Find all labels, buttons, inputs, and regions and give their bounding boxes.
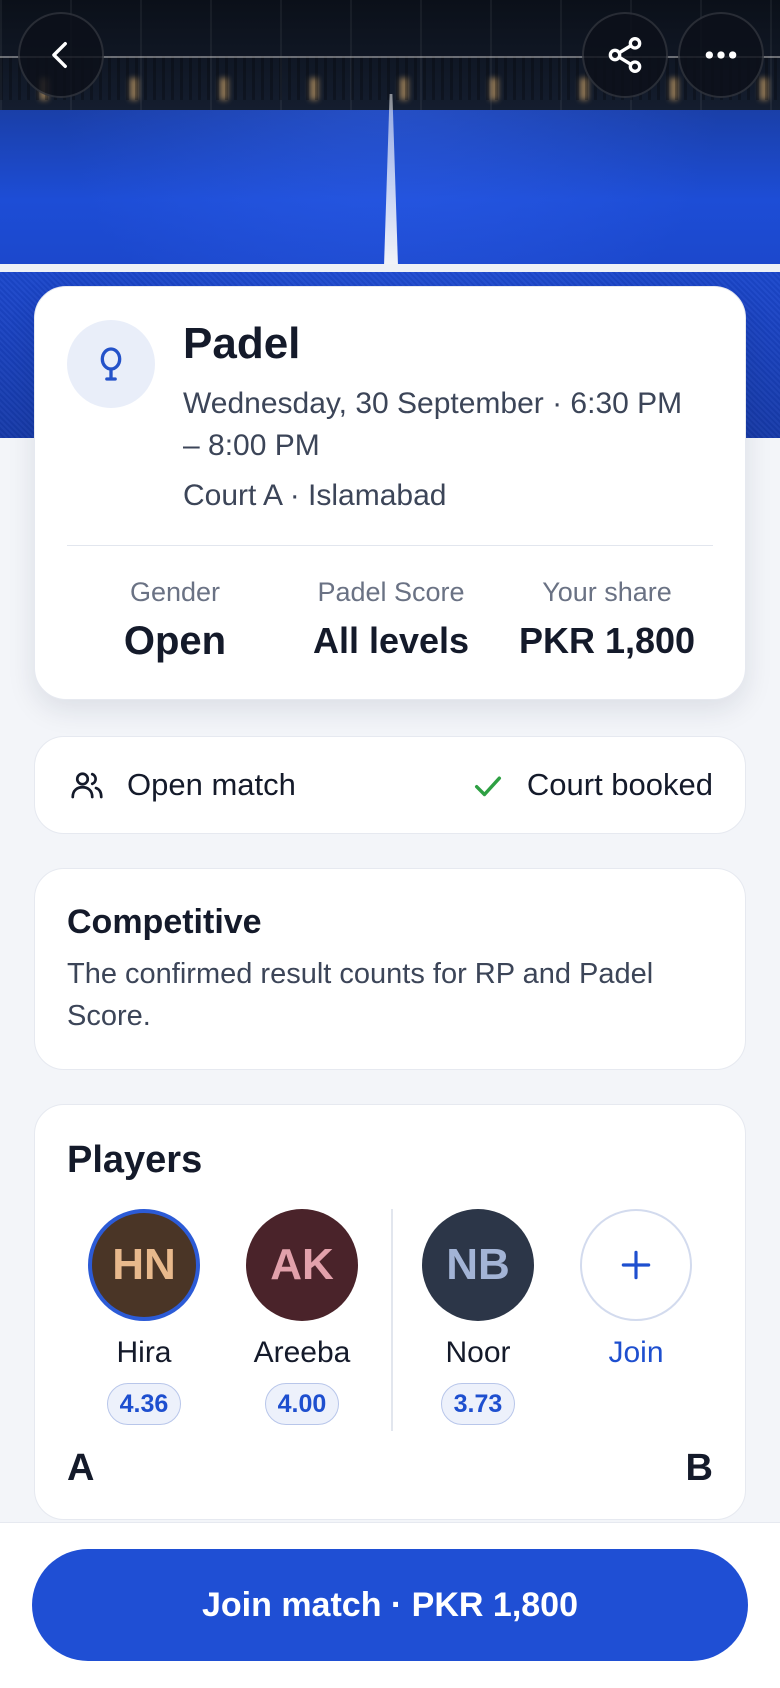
padel-racket-icon <box>67 320 155 408</box>
competitive-title: Competitive <box>67 903 262 941</box>
avatar: NB <box>422 1209 534 1321</box>
more-options-button[interactable] <box>678 12 764 98</box>
join-match-button[interactable]: Join match · PKR 1,800 <box>32 1549 748 1661</box>
share-button[interactable] <box>582 12 668 98</box>
court-booked-label: Court booked <box>526 767 713 802</box>
match-summary-card: Padel Wednesday, 30 September · 6:30 PM … <box>34 286 746 700</box>
players-card: Players HN Hira 4.36 AK Areeba 4.00 NB N… <box>34 1104 746 1520</box>
stat-label: Your share <box>542 577 672 607</box>
stat-padel-score: Padel Score All levels <box>283 575 499 663</box>
stat-value: All levels <box>312 620 470 661</box>
stat-value: PKR 1,800 <box>518 620 696 661</box>
competitive-card: Competitive The confirmed result counts … <box>34 868 746 1070</box>
chevron-left-icon <box>52 41 67 69</box>
player-name: Areeba <box>253 1336 351 1369</box>
team-divider <box>391 1209 393 1431</box>
plus-icon <box>580 1209 692 1321</box>
avatar: AK <box>246 1209 358 1321</box>
padel-score-badge: 3.73 <box>440 1383 516 1425</box>
match-status-card: Open match Court booked <box>34 736 746 834</box>
player-name: Hira <box>116 1336 172 1369</box>
players-title: Players <box>67 1139 203 1181</box>
competitive-description: The confirmed result counts for RP and P… <box>67 958 654 1032</box>
stat-gender: Gender Open <box>67 575 283 663</box>
stat-label: Padel Score <box>317 577 465 607</box>
more-horizontal-icon <box>705 51 737 59</box>
stat-label: Gender <box>129 577 221 607</box>
divider <box>67 545 713 546</box>
sport-title: Padel <box>183 319 301 368</box>
people-icon <box>71 772 103 799</box>
player-slot[interactable]: HN Hira 4.36 <box>69 1209 219 1425</box>
team-b-label: B <box>685 1447 713 1489</box>
back-button[interactable] <box>18 12 104 98</box>
bottom-action-bar: Join match · PKR 1,800 <box>0 1522 780 1688</box>
padel-score-badge: 4.00 <box>264 1383 340 1425</box>
match-location: Court A · Islamabad <box>183 479 447 512</box>
stat-value: Open <box>123 619 227 663</box>
padel-score-badge: 4.36 <box>106 1383 182 1425</box>
join-slot-button[interactable]: Join <box>561 1209 711 1373</box>
join-slot-label: Join <box>608 1336 664 1369</box>
player-slot[interactable]: NB Noor 3.73 <box>403 1209 553 1425</box>
team-a-label: A <box>67 1447 95 1489</box>
stat-your-share: Your share PKR 1,800 <box>499 575 715 663</box>
player-name: Noor <box>445 1336 511 1369</box>
avatar: HN <box>88 1209 200 1321</box>
match-datetime: Wednesday, 30 September · 6:30 PM – 8:00… <box>183 387 683 462</box>
check-icon <box>474 776 502 797</box>
share-icon <box>608 37 642 74</box>
player-slot[interactable]: AK Areeba 4.00 <box>227 1209 377 1425</box>
match-type-label: Open match <box>127 767 296 802</box>
